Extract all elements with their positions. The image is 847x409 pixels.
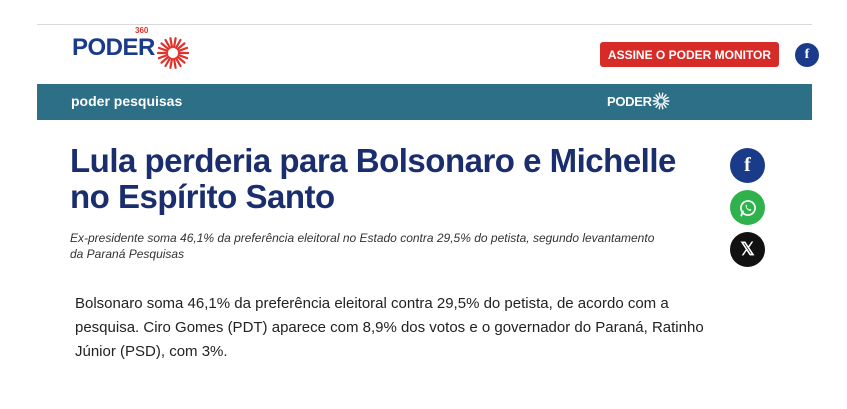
subscribe-button[interactable]: ASSINE O PODER MONITOR bbox=[600, 42, 779, 67]
band-logo: PODER bbox=[607, 92, 670, 110]
share-x-button[interactable]: 𝕏 bbox=[730, 232, 765, 267]
share-facebook-button[interactable]: f bbox=[730, 148, 765, 183]
section-label[interactable]: poder pesquisas bbox=[71, 93, 182, 109]
sunburst-ray bbox=[169, 37, 173, 49]
sunburst-ray bbox=[662, 94, 667, 100]
facebook-icon[interactable]: f bbox=[795, 43, 819, 67]
sunburst-ray bbox=[662, 102, 667, 108]
share-whatsapp-button[interactable] bbox=[730, 190, 765, 225]
band-logo-wordmark: PODER bbox=[607, 93, 652, 109]
sunburst-ray bbox=[658, 92, 661, 99]
sunburst-ray bbox=[169, 57, 173, 69]
band-sunburst-icon bbox=[652, 92, 670, 110]
x-icon: 𝕏 bbox=[740, 239, 755, 259]
sunburst-ray bbox=[655, 102, 660, 108]
sunburst-ray bbox=[660, 92, 664, 99]
sunburst-ray bbox=[660, 103, 664, 110]
section-band: poder pesquisas PODER bbox=[37, 84, 812, 120]
facebook-icon: f bbox=[744, 154, 751, 176]
logo-wordmark: PODER bbox=[72, 34, 155, 61]
sunburst-ray bbox=[172, 37, 177, 49]
article-headline: Lula perderia para Bolsonaro e Michelle … bbox=[70, 142, 676, 215]
sunburst-icon bbox=[156, 37, 189, 69]
sunburst-ray bbox=[662, 96, 669, 101]
article-body: Bolsonaro soma 46,1% da preferência elei… bbox=[75, 295, 704, 360]
whatsapp-icon bbox=[739, 199, 756, 216]
top-divider bbox=[37, 24, 812, 25]
article-subtitle: Ex-presidente soma 46,1% da preferência … bbox=[70, 231, 655, 261]
sunburst-ray bbox=[662, 101, 669, 106]
sunburst-ray bbox=[655, 94, 660, 100]
poder360-logo[interactable]: PODER bbox=[72, 34, 190, 74]
sunburst-ray bbox=[658, 103, 661, 110]
sunburst-ray bbox=[172, 57, 177, 69]
sunburst-ray bbox=[652, 101, 659, 106]
sunburst-ray bbox=[652, 96, 659, 101]
logo-360-label: 360 bbox=[135, 26, 149, 35]
